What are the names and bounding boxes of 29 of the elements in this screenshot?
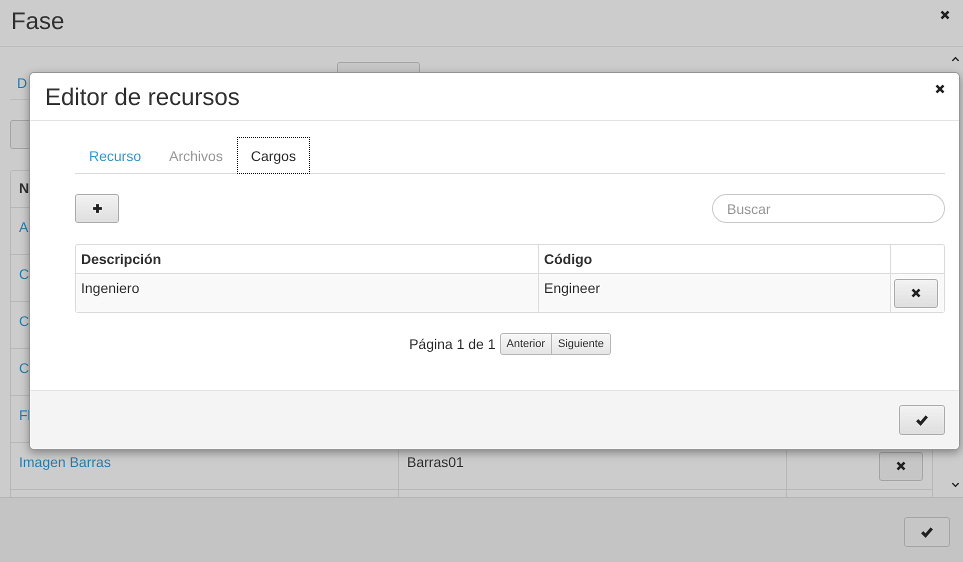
- close-button[interactable]: [940, 10, 950, 20]
- delete-button[interactable]: [894, 278, 938, 308]
- close-icon: [911, 288, 921, 298]
- close-icon: [940, 10, 950, 20]
- pagination-button[interactable]: Anterior: [500, 333, 552, 355]
- close-button[interactable]: [935, 84, 945, 94]
- close-icon: [896, 461, 906, 471]
- column-header: N: [18, 179, 30, 198]
- table-cell-text: Ingeniero: [80, 279, 140, 298]
- confirm-button[interactable]: [899, 405, 945, 435]
- add-button[interactable]: [75, 194, 119, 223]
- plus-icon: [92, 203, 102, 214]
- dialog-title: Fase: [11, 10, 64, 34]
- check-icon: [921, 526, 933, 538]
- tab[interactable]: Cargos: [236, 137, 310, 174]
- delete-button[interactable]: [879, 452, 923, 480]
- tab[interactable]: Recurso: [75, 137, 156, 174]
- table-cell: Engineer: [538, 274, 890, 312]
- confirm-button[interactable]: [904, 517, 950, 547]
- scroll-up-icon: [950, 55, 960, 64]
- search-field[interactable]: Buscar: [712, 194, 945, 223]
- page-indicator: Página 1 de 1: [409, 336, 496, 352]
- close-icon: [935, 84, 945, 94]
- check-icon: [916, 414, 928, 426]
- tab[interactable]: D: [17, 75, 28, 91]
- dialog-title: Editor de recursos: [45, 86, 240, 110]
- column-header: Descripción: [80, 250, 162, 269]
- pagination-button[interactable]: Siguiente: [552, 333, 611, 355]
- scroll-down-icon: [950, 480, 960, 489]
